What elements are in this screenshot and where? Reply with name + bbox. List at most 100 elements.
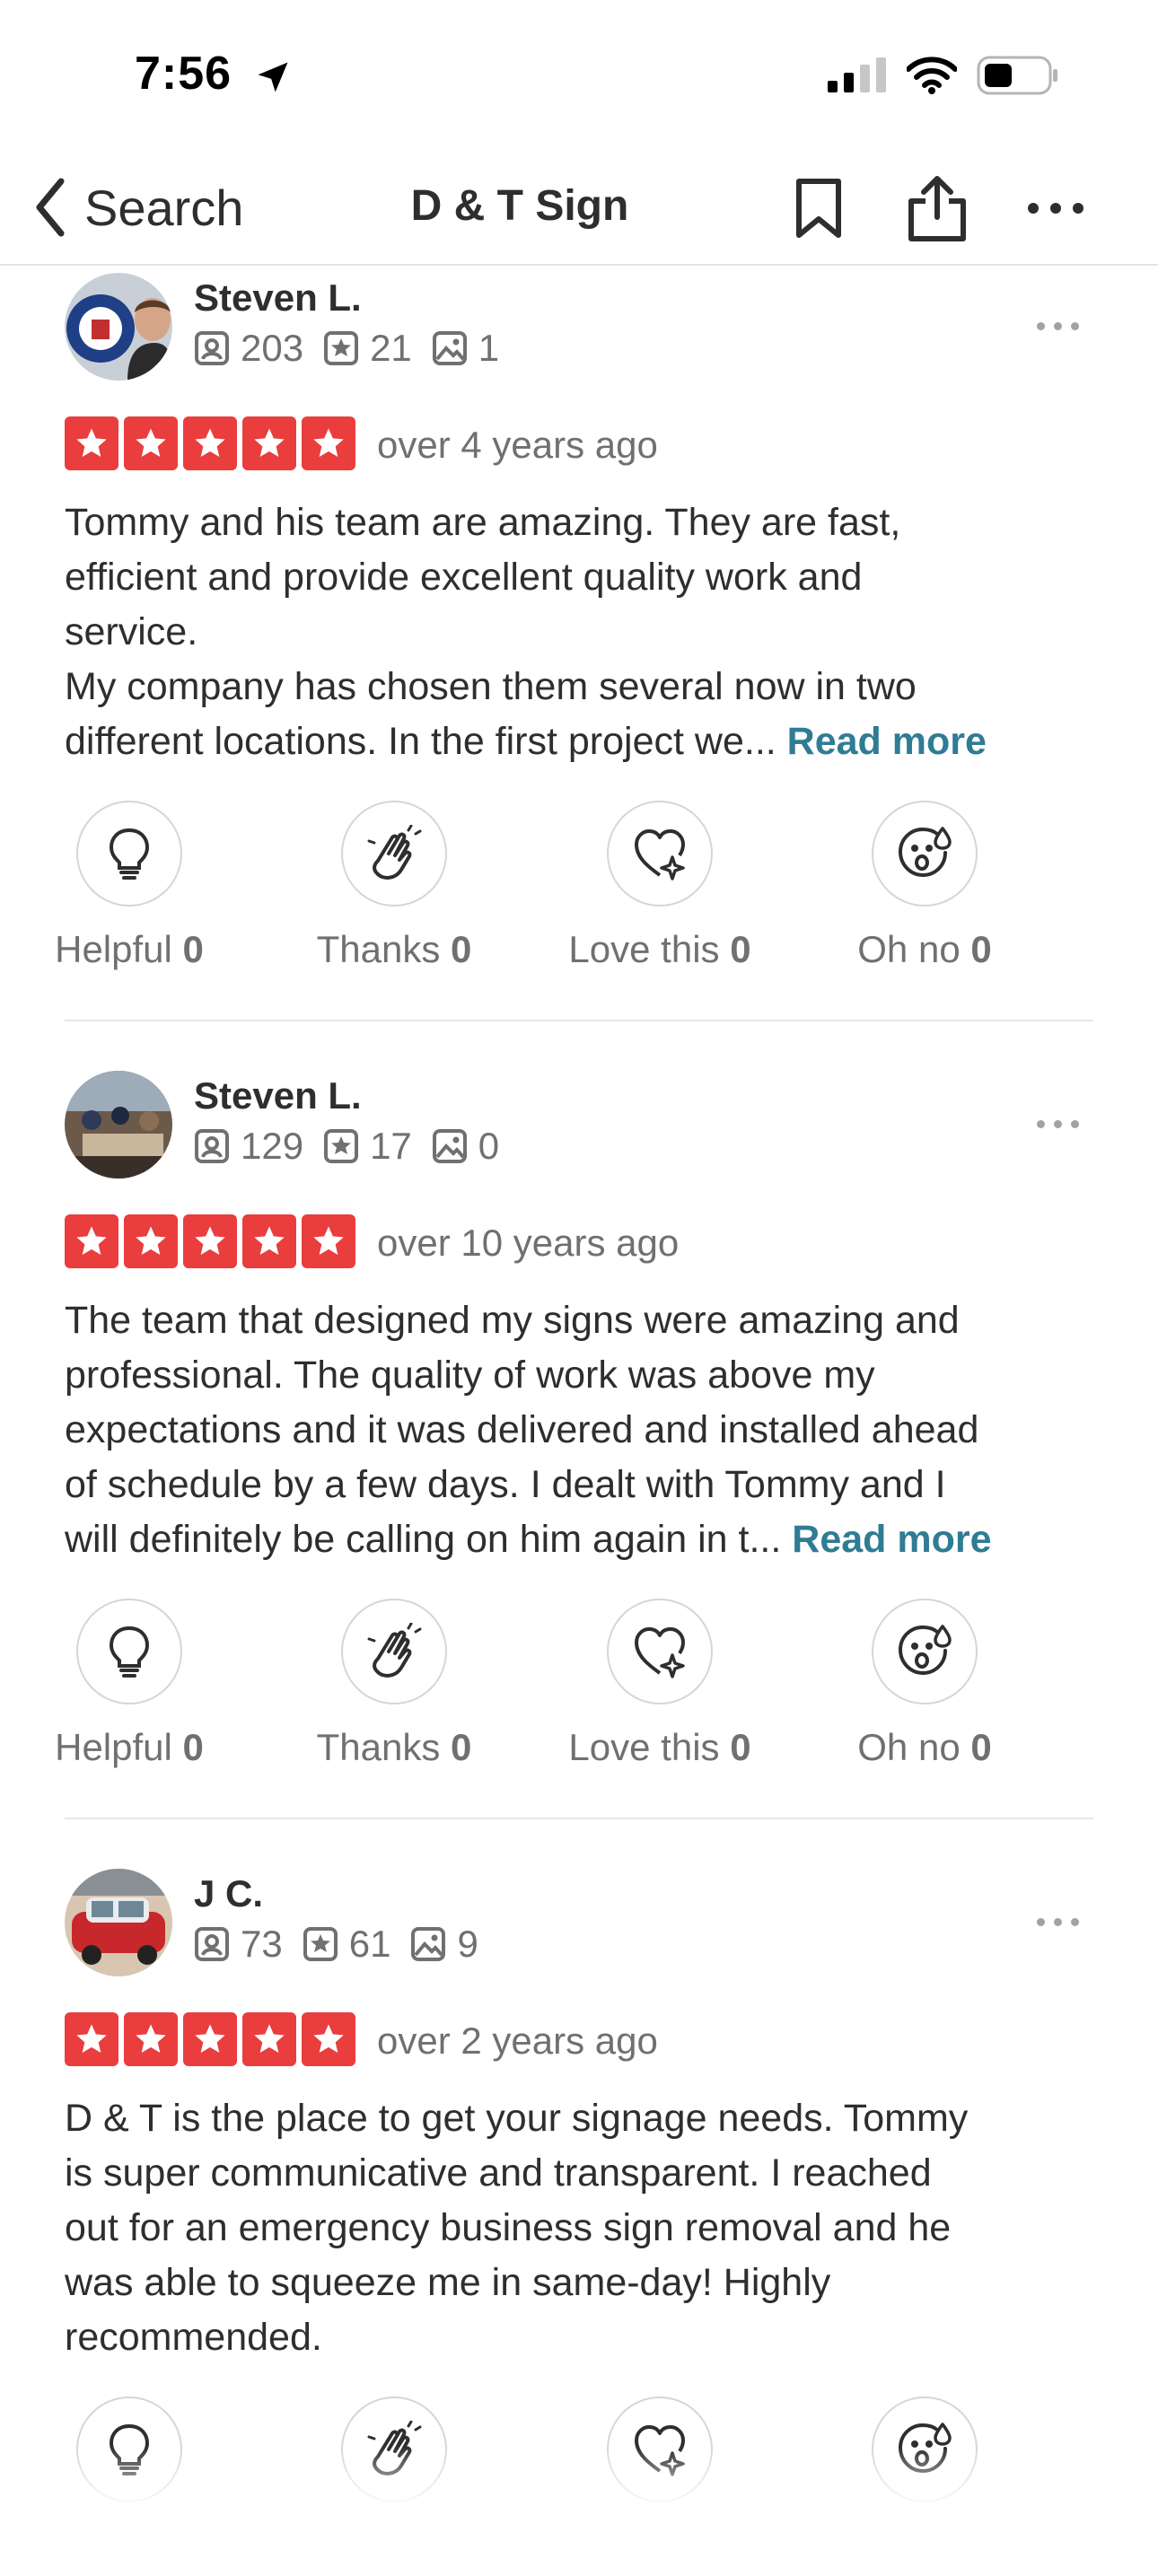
rating-count-icon: [324, 331, 359, 365]
user-name[interactable]: Steven L.: [194, 1074, 362, 1117]
battery-icon: [977, 56, 1057, 95]
lightbulb-icon: [109, 828, 150, 880]
back-button[interactable]: Search: [32, 169, 243, 246]
avatar[interactable]: [65, 1869, 172, 1976]
reaction-bar: Helpful 0 Thanks 0 Love this 0 Oh no 0: [55, 801, 1093, 980]
review-text: The team that designed my signs were ama…: [65, 1293, 1093, 1567]
thanks-button[interactable]: Thanks 0: [286, 801, 502, 971]
photo-count-icon: [432, 331, 467, 365]
star-icon: [302, 2012, 355, 2066]
photo-count-icon: [432, 1129, 467, 1163]
rating-count: 21: [370, 327, 412, 369]
rating-count: 61: [348, 1923, 391, 1965]
helpful-button[interactable]: Helpful 0: [22, 801, 237, 971]
reaction-label: Thanks: [316, 928, 441, 970]
star-rating: [65, 416, 355, 470]
rating-count-icon: [324, 1129, 359, 1163]
oh-no-button[interactable]: Oh no 0: [817, 801, 1032, 971]
user-stats: 203 21 1: [194, 327, 519, 370]
page-title: D & T Sign: [410, 182, 629, 230]
star-icon: [65, 1214, 118, 1268]
review-count-icon: [195, 1927, 229, 1961]
divider: [65, 1818, 1093, 1819]
reaction-count: 0: [451, 928, 472, 970]
review-count-icon: [195, 331, 229, 365]
reaction-count: 0: [451, 1726, 472, 1768]
user-photo: [65, 1869, 172, 1976]
review-count: 129: [241, 1125, 304, 1167]
star-icon: [302, 1214, 355, 1268]
thanks-button[interactable]: Thanks 0: [286, 1599, 502, 1769]
review-body: D & T is the place to get your signage n…: [65, 2097, 969, 2359]
surprised-face-icon: [898, 1625, 952, 1676]
reaction-count: 0: [970, 1726, 992, 1768]
star-icon: [65, 2012, 118, 2066]
love-this-button[interactable]: Love this 0: [552, 801, 768, 971]
reaction-bar: Helpful 0 Thanks 0 Love this 0 Oh no 0: [55, 1599, 1093, 1778]
location-arrow-icon: [258, 62, 288, 92]
rating-count-icon: [303, 1927, 338, 1961]
review-card: J C. 73 61 9 over 2 years ago D & T is t…: [65, 1869, 1093, 2510]
read-more-link[interactable]: Read more: [792, 1518, 991, 1561]
oh-no-button[interactable]: Oh no 0: [817, 1599, 1032, 1769]
user-photo: [65, 273, 172, 381]
star-rating: [65, 1214, 355, 1268]
avatar[interactable]: [65, 1071, 172, 1178]
rating-count: 17: [370, 1125, 412, 1167]
share-icon: [908, 176, 966, 241]
reaction-count: 0: [970, 928, 992, 970]
review-text: D & T is the place to get your signage n…: [65, 2091, 1093, 2365]
status-time: 7:56: [135, 48, 232, 100]
review-text: Tommy and his team are amazing. They are…: [65, 495, 1093, 769]
love-this-button[interactable]: Love this 0: [552, 1599, 768, 1769]
back-label: Search: [84, 179, 244, 236]
reaction-label: Love this: [568, 928, 720, 970]
reaction-label: Love this: [568, 1726, 720, 1768]
surprised-face-icon: [898, 827, 952, 878]
reaction-label: Helpful: [55, 1726, 172, 1768]
user-photo: [65, 1071, 172, 1178]
user-stats: 73 61 9: [194, 1923, 498, 1966]
star-icon: [124, 416, 178, 470]
share-button[interactable]: [901, 172, 973, 244]
bottom-fade: [0, 2447, 1158, 2510]
review-date: over 4 years ago: [377, 424, 658, 466]
wifi-icon: [907, 57, 957, 94]
avatar[interactable]: [65, 273, 172, 381]
bookmark-icon: [796, 179, 841, 238]
reaction-count: 0: [182, 1726, 204, 1768]
star-icon: [302, 416, 355, 470]
photo-count: 1: [478, 327, 500, 369]
user-name[interactable]: Steven L.: [194, 276, 362, 320]
clapping-hands-icon: [367, 825, 422, 880]
user-name[interactable]: J C.: [194, 1872, 263, 1915]
clapping-hands-icon: [367, 1623, 422, 1678]
review-more-button[interactable]: [1022, 1101, 1093, 1146]
review-count: 73: [241, 1923, 283, 1965]
star-icon: [242, 1214, 296, 1268]
heart-sparkle-icon: [635, 829, 685, 881]
chevron-left-icon: [36, 178, 65, 237]
divider: [65, 1020, 1093, 1021]
review-date: over 10 years ago: [377, 1222, 680, 1264]
bookmark-button[interactable]: [783, 172, 855, 244]
review-more-button[interactable]: [1022, 303, 1093, 348]
star-rating: [65, 2012, 355, 2066]
star-icon: [242, 416, 296, 470]
read-more-link[interactable]: Read more: [787, 720, 987, 763]
reaction-count: 0: [730, 1726, 751, 1768]
star-icon: [65, 416, 118, 470]
star-icon: [183, 416, 237, 470]
star-icon: [183, 2012, 237, 2066]
more-options-button[interactable]: [1020, 172, 1092, 244]
star-icon: [124, 1214, 178, 1268]
review-count-icon: [195, 1129, 229, 1163]
review-count: 203: [241, 327, 304, 369]
helpful-button[interactable]: Helpful 0: [22, 1599, 237, 1769]
review-date: over 2 years ago: [377, 2020, 658, 2062]
star-icon: [124, 2012, 178, 2066]
review-card: Steven L. 203 21 1 over 4 years ago Tomm…: [55, 273, 1093, 982]
reaction-label: Helpful: [55, 928, 172, 970]
reaction-label: Thanks: [316, 1726, 441, 1768]
review-more-button[interactable]: [1022, 1899, 1093, 1944]
